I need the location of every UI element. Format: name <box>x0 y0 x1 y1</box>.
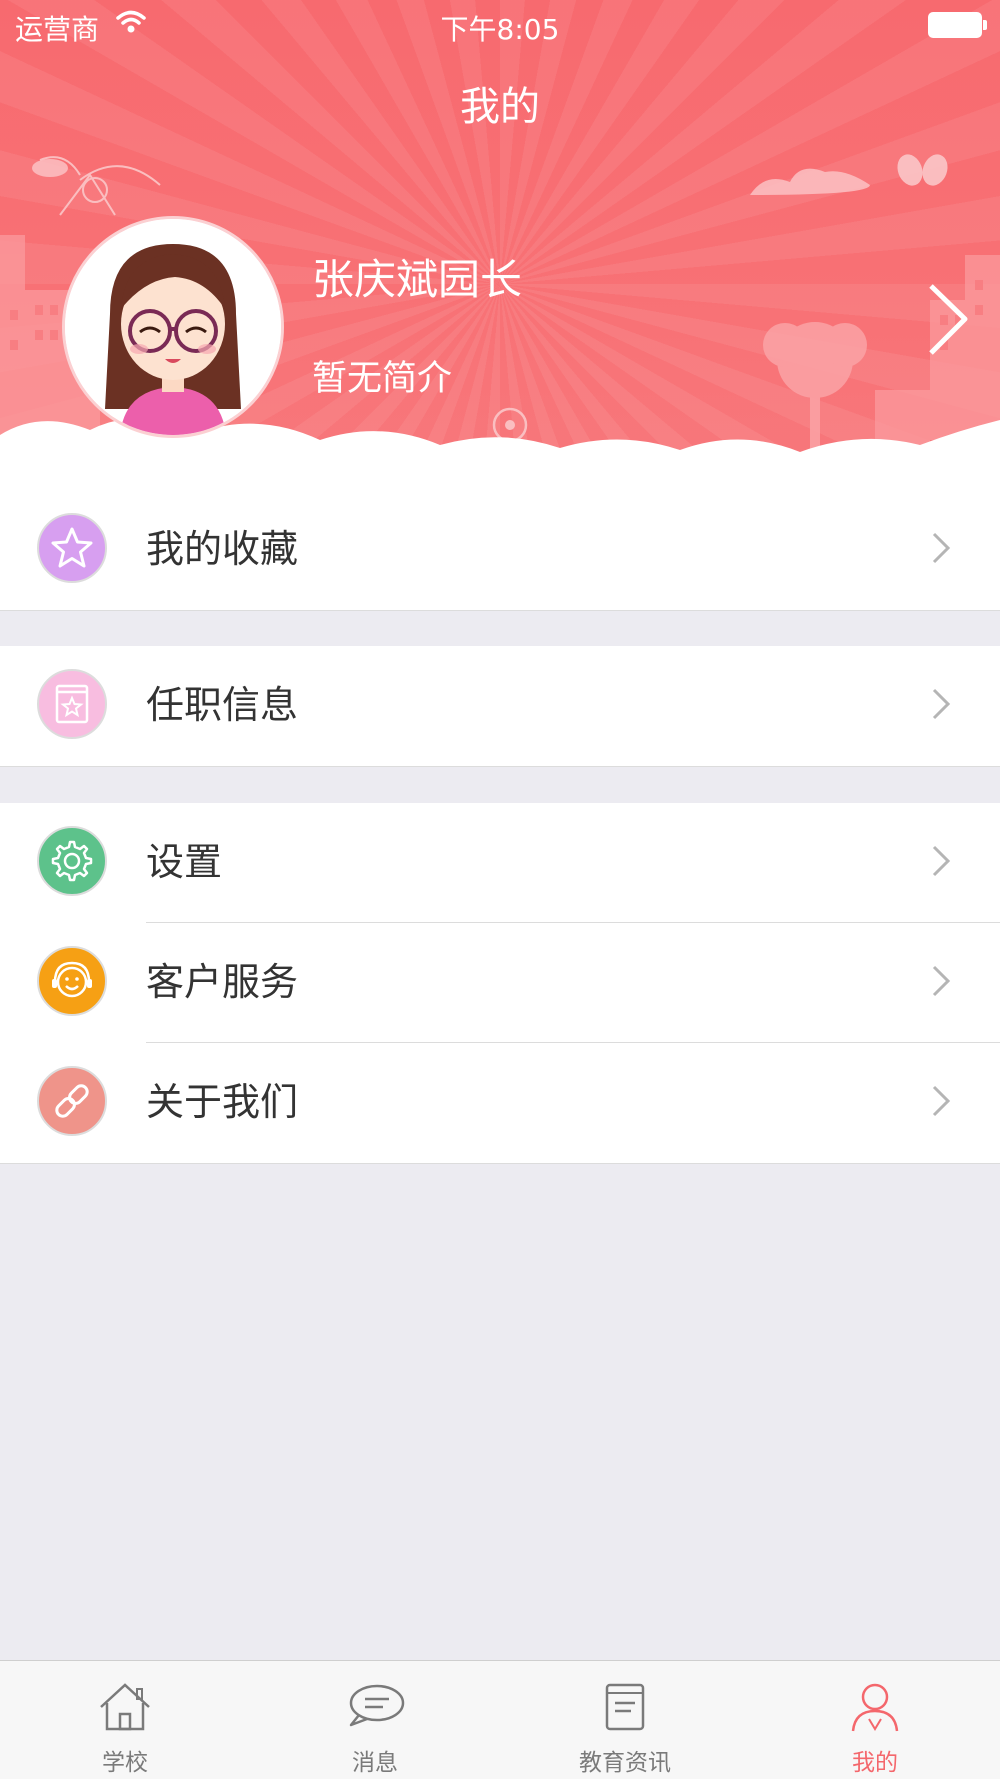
menu-item-label: 任职信息 <box>146 683 299 727</box>
menu-item-label: 设置 <box>146 840 223 884</box>
tab-mine[interactable]: 我的 <box>750 1661 1000 1779</box>
menu-item-settings[interactable]: 设置 <box>0 803 1000 923</box>
tab-education-news[interactable]: 教育资讯 <box>500 1661 750 1779</box>
gear-icon <box>51 840 93 882</box>
tab-bar: 学校 消息 教育资讯 我的 <box>0 1660 1000 1779</box>
customer-service-icon-badge <box>37 946 107 1016</box>
tab-school[interactable]: 学校 <box>0 1661 250 1779</box>
customer-service-icon <box>52 961 92 998</box>
tab-messages[interactable]: 消息 <box>250 1661 500 1779</box>
chevron-right-icon <box>932 845 951 877</box>
chevron-right-icon <box>932 965 951 997</box>
menu-item-customer-service[interactable]: 客户服务 <box>0 923 1000 1043</box>
menu-item-label: 客户服务 <box>146 960 299 1004</box>
message-icon <box>349 1684 405 1727</box>
tab-label: 我的 <box>852 1750 898 1776</box>
about-icon-badge <box>37 1066 107 1136</box>
user-icon <box>851 1683 899 1732</box>
avatar-illustration <box>65 219 281 435</box>
user-bio: 暂无简介 <box>312 359 453 399</box>
settings-icon-badge <box>37 826 107 896</box>
chevron-right-icon <box>932 532 951 564</box>
home-icon <box>100 1683 150 1731</box>
menu-item-about-us[interactable]: 关于我们 <box>0 1043 1000 1163</box>
favorites-icon-badge <box>37 513 107 583</box>
menu-item-label: 关于我们 <box>146 1080 299 1124</box>
chevron-right-icon <box>932 688 951 720</box>
badge-book-icon <box>55 684 89 724</box>
menu-item-label: 我的收藏 <box>146 527 299 571</box>
menu-item-position-info[interactable]: 任职信息 <box>0 646 1000 766</box>
position-icon-badge <box>37 669 107 739</box>
avatar[interactable] <box>62 216 284 438</box>
link-icon <box>55 1084 89 1118</box>
menu-group-general: 设置 客户服务 关于我们 <box>0 803 1000 1164</box>
menu-group-favorites: 我的收藏 <box>0 490 1000 611</box>
tab-label: 消息 <box>352 1750 398 1776</box>
user-name: 张庆斌园长 <box>312 255 523 304</box>
menu-item-favorites[interactable]: 我的收藏 <box>0 490 1000 610</box>
tab-label: 教育资讯 <box>579 1750 671 1776</box>
star-icon <box>51 527 93 568</box>
chevron-right-icon <box>932 1085 951 1117</box>
profile-header: 运营商 下午8:05 我的 张庆斌园长 暂无简介 <box>0 0 1000 490</box>
profile-chevron-right-icon[interactable] <box>925 282 970 357</box>
menu-group-position: 任职信息 <box>0 646 1000 767</box>
news-icon <box>605 1683 645 1731</box>
tab-label: 学校 <box>102 1750 148 1776</box>
